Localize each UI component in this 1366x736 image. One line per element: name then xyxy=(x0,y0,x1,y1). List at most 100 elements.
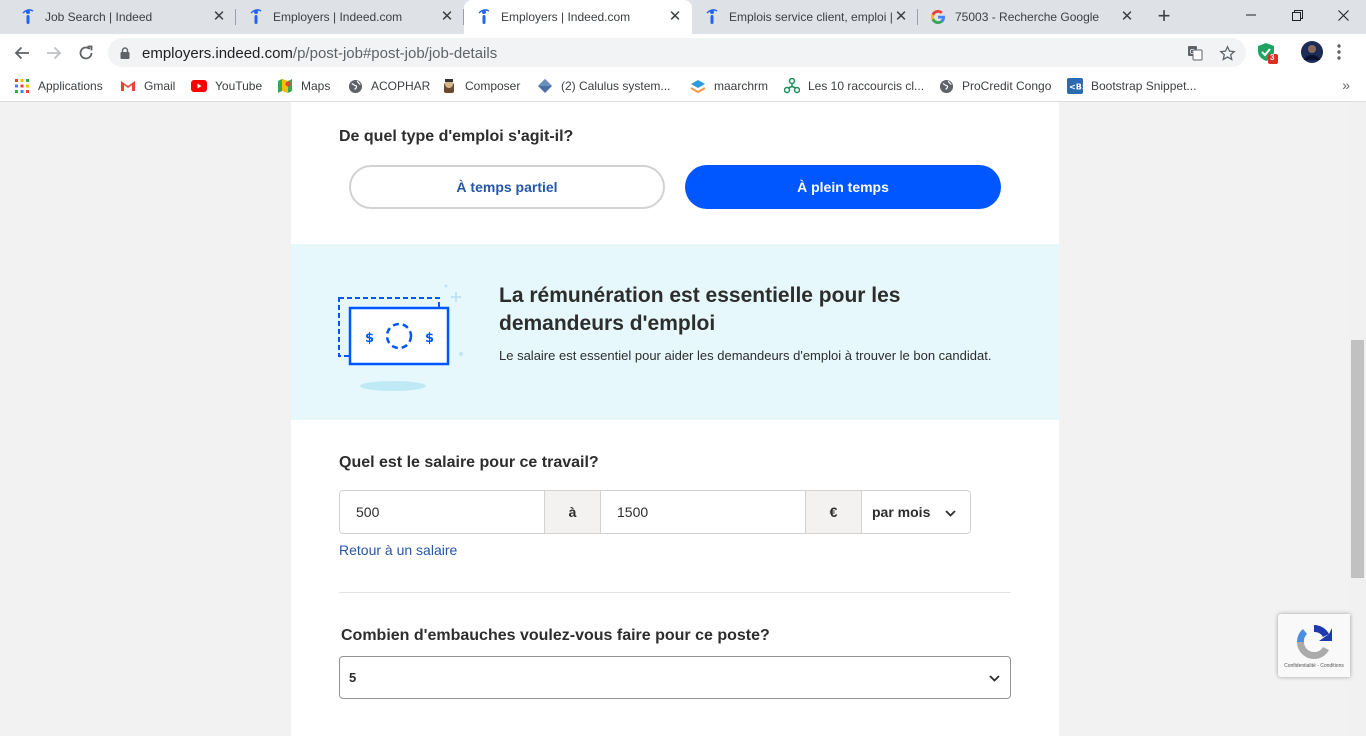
bootstrap-icon: <B> xyxy=(1067,78,1083,94)
google-icon xyxy=(930,9,946,25)
indeed-icon xyxy=(248,9,264,25)
apps-grid-icon xyxy=(14,78,30,94)
close-tab-icon[interactable]: ✕ xyxy=(1118,8,1136,26)
recaptcha-icon xyxy=(1294,622,1334,667)
hires-question: Combien d'embauches voulez-vous faire po… xyxy=(341,627,770,644)
job-details-form: De quel type d'emploi s'agit-il? À temps… xyxy=(291,102,1059,736)
tab-strip: Job Search | Indeed ✕ Employers | Indeed… xyxy=(0,0,1366,34)
close-tab-icon[interactable]: ✕ xyxy=(438,8,456,26)
salary-range-separator: à xyxy=(545,491,601,533)
restore-icon[interactable] xyxy=(1274,0,1320,30)
bookmark-label: ProCredit Congo xyxy=(962,79,1052,93)
bookmark-maps[interactable]: Maps xyxy=(277,76,330,96)
close-tab-icon[interactable]: ✕ xyxy=(210,8,228,26)
browser-tab[interactable]: 75003 - Recherche Google ✕ xyxy=(918,0,1144,34)
salary-min-input[interactable]: 500 xyxy=(340,491,545,533)
hires-count-value: 5 xyxy=(349,670,357,685)
salary-info-banner: $ $ La rémunération est essentielle pour… xyxy=(291,244,1059,420)
bookmark-acophar[interactable]: ACOPHAR xyxy=(347,76,430,96)
calculus-icon xyxy=(537,78,553,94)
back-icon[interactable] xyxy=(8,39,36,67)
bookmark-raccourcis[interactable]: Les 10 raccourcis cl... xyxy=(784,76,924,96)
address-bar[interactable]: employers.indeed.com/p/post-job#post-job… xyxy=(108,38,1246,67)
close-tab-icon[interactable]: ✕ xyxy=(892,8,910,26)
maps-icon xyxy=(277,78,293,94)
recaptcha-text[interactable]: Confidentialité - Conditions xyxy=(1278,663,1350,669)
browser-tab[interactable]: Emplois service client, emploi | ✕ xyxy=(692,0,918,34)
scrollbar-thumb[interactable] xyxy=(1351,340,1364,578)
tab-title: Employers | Indeed.com xyxy=(501,10,631,24)
currency-addon: € xyxy=(806,491,862,533)
page-viewport: De quel type d'emploi s'agit-il? À temps… xyxy=(0,102,1349,736)
profile-avatar[interactable] xyxy=(1301,41,1323,63)
indeed-icon xyxy=(476,9,492,25)
bookmark-calculus[interactable]: (2) Calulus system... xyxy=(537,76,670,96)
browser-tab[interactable]: Job Search | Indeed ✕ xyxy=(8,0,236,34)
hires-count-select[interactable]: 5 xyxy=(339,656,1011,699)
reload-icon[interactable] xyxy=(72,39,100,67)
bookmark-youtube[interactable]: YouTube xyxy=(191,76,262,96)
bookmark-gmail[interactable]: Gmail xyxy=(120,76,175,96)
svg-text:$: $ xyxy=(365,331,374,346)
svg-text:G: G xyxy=(1190,48,1195,56)
bookmark-composer[interactable]: Composer xyxy=(441,76,520,96)
minimize-icon[interactable] xyxy=(1228,0,1274,30)
url-host: employers.indeed.com xyxy=(142,45,293,62)
svg-text:<B>: <B> xyxy=(1069,83,1083,92)
full-time-button[interactable]: À plein temps xyxy=(685,165,1001,209)
bookmarks-overflow-icon[interactable]: » xyxy=(1342,77,1350,93)
back-to-single-salary-link[interactable]: Retour à un salaire xyxy=(339,542,457,558)
composer-icon xyxy=(441,78,457,94)
url-text: employers.indeed.com/p/post-job#post-job… xyxy=(142,45,497,62)
bookmark-label: Bootstrap Snippet... xyxy=(1091,79,1197,93)
forward-icon[interactable] xyxy=(40,39,68,67)
part-time-button[interactable]: À temps partiel xyxy=(349,165,665,209)
globe-icon xyxy=(938,78,954,94)
tab-title: 75003 - Recherche Google xyxy=(955,10,1100,24)
svg-text:$: $ xyxy=(425,331,434,346)
close-window-icon[interactable] xyxy=(1320,0,1366,30)
maarch-icon xyxy=(690,78,706,94)
new-tab-button[interactable]: + xyxy=(1152,5,1176,29)
job-type-question: De quel type d'emploi s'agit-il? xyxy=(339,128,574,145)
bookmark-star-icon[interactable] xyxy=(1218,44,1236,62)
tab-title: Job Search | Indeed xyxy=(45,10,153,24)
indeed-icon xyxy=(20,9,36,25)
recaptcha-badge[interactable]: Confidentialité - Conditions xyxy=(1278,614,1350,677)
bookmark-maarchrm[interactable]: maarchrm xyxy=(690,76,768,96)
globe-icon xyxy=(347,78,363,94)
bookmark-bootstrap[interactable]: <B> Bootstrap Snippet... xyxy=(1067,76,1196,96)
page-scrollbar[interactable] xyxy=(1349,102,1366,736)
browser-toolbar: employers.indeed.com/p/post-job#post-job… xyxy=(0,34,1366,71)
salary-max-input[interactable]: 1500 xyxy=(601,491,806,533)
youtube-icon xyxy=(191,78,207,94)
chevron-down-icon xyxy=(989,670,1000,685)
bookmark-label: Maps xyxy=(301,79,331,93)
tab-title: Emplois service client, emploi | xyxy=(729,10,893,24)
gmail-icon xyxy=(120,78,136,94)
browser-menu-icon[interactable] xyxy=(1336,43,1342,65)
bookmark-label: Gmail xyxy=(144,79,176,93)
indeed-icon xyxy=(704,9,720,25)
url-path: /p/post-job#post-job/job-details xyxy=(292,45,498,62)
salary-period-select[interactable]: par mois xyxy=(862,491,970,533)
bookmark-applications[interactable]: Applications xyxy=(14,76,103,96)
browser-tab[interactable]: Employers | Indeed.com ✕ xyxy=(236,0,464,34)
extension-shield-icon[interactable]: 3 xyxy=(1256,42,1278,64)
translate-icon[interactable]: G xyxy=(1186,44,1204,62)
banner-text: Le salaire est essentiel pour aider les … xyxy=(499,348,992,363)
tree-icon xyxy=(784,78,800,94)
browser-tab-active[interactable]: Employers | Indeed.com ✕ xyxy=(464,0,692,34)
bookmark-procredit[interactable]: ProCredit Congo xyxy=(938,76,1051,96)
money-illustration-icon: $ $ xyxy=(335,284,475,399)
bookmarks-bar: Applications Gmail YouTube Maps ACOPHAR … xyxy=(0,71,1366,102)
bookmark-label: YouTube xyxy=(215,79,263,93)
salary-question: Quel est le salaire pour ce travail? xyxy=(339,454,599,471)
lock-icon[interactable] xyxy=(120,46,130,64)
banner-title: La rémunération est essentielle pour les… xyxy=(499,284,901,335)
bookmark-label: ACOPHAR xyxy=(371,79,431,93)
section-divider xyxy=(339,592,1011,593)
close-tab-icon[interactable]: ✕ xyxy=(666,8,684,26)
tab-title: Employers | Indeed.com xyxy=(273,10,403,24)
bookmark-label: Composer xyxy=(465,79,521,93)
